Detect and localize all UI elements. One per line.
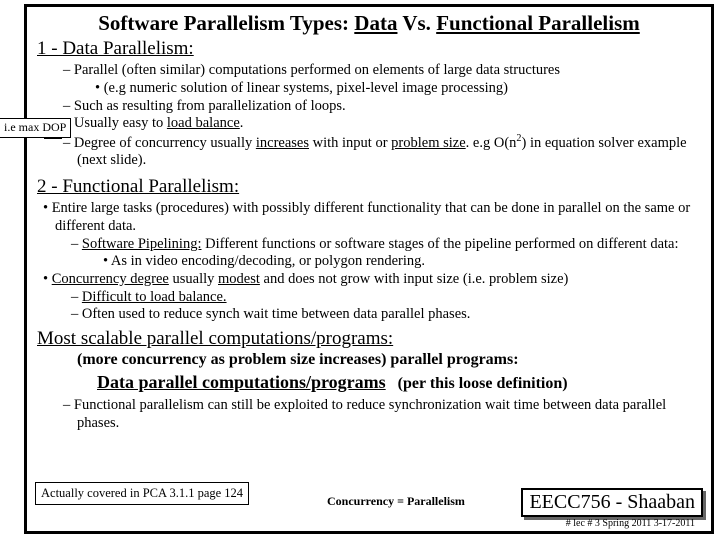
section1-heading: 1 - Data Parallelism: xyxy=(37,38,701,60)
s1-bullet1-sub: • (e.g numeric solution of linear system… xyxy=(107,80,701,98)
title-data: Data xyxy=(354,11,397,35)
functional-note: – Functional parallelism can still be ex… xyxy=(77,397,701,432)
s2-bullet2a: – Difficult to load balance. xyxy=(85,289,701,307)
scalable-sub: (more concurrency as problem size increa… xyxy=(77,350,701,370)
s2-bullet1: • Entire large tasks (procedures) with p… xyxy=(55,200,701,235)
title-pre: Software Parallelism Types: xyxy=(98,11,354,35)
slide-frame: Software Parallelism Types: Data Vs. Fun… xyxy=(24,4,714,534)
s2-bullet2: • Concurrency degree usually modest and … xyxy=(55,271,701,289)
section2-heading: 2 - Functional Parallelism: xyxy=(37,176,701,198)
footnote-box: Actually covered in PCA 3.1.1 page 124 xyxy=(35,482,249,505)
s2-bullet1a: – Software Pipelining: Different functio… xyxy=(85,236,701,254)
s2-bullet1a1: • As in video encoding/decoding, or poly… xyxy=(115,253,701,271)
section1-content: – Parallel (often similar) computations … xyxy=(37,62,701,170)
scalable-heading: Most scalable parallel computations/prog… xyxy=(37,328,701,350)
lecture-info: # lec # 3 Spring 2011 3-17-2011 xyxy=(566,518,695,529)
course-box: EECC756 - Shaaban xyxy=(521,488,703,517)
slide-title: Software Parallelism Types: Data Vs. Fun… xyxy=(37,11,701,36)
s1-bullet3: – Usually easy to load balance. xyxy=(77,115,701,133)
title-functional: Functional Parallelism xyxy=(436,11,640,35)
s1-bullet2: – Such as resulting from parallelization… xyxy=(77,98,701,116)
data-parallel-label: Data parallel computations/programs xyxy=(97,372,386,392)
s1-bullet4: – Degree of concurrency usually increase… xyxy=(77,133,701,170)
section2-content: • Entire large tasks (procedures) with p… xyxy=(37,200,701,324)
loose-def: (per this loose definition) xyxy=(398,375,568,392)
dop-callout: i.e max DOP xyxy=(0,118,71,138)
title-mid: Vs. xyxy=(397,11,436,35)
concurrency-note: Concurrency = Parallelism xyxy=(327,494,465,509)
callout-connector xyxy=(44,138,62,139)
s1-bullet1: – Parallel (often similar) computations … xyxy=(77,62,701,80)
s2-bullet2b: – Often used to reduce synch wait time b… xyxy=(85,306,701,324)
